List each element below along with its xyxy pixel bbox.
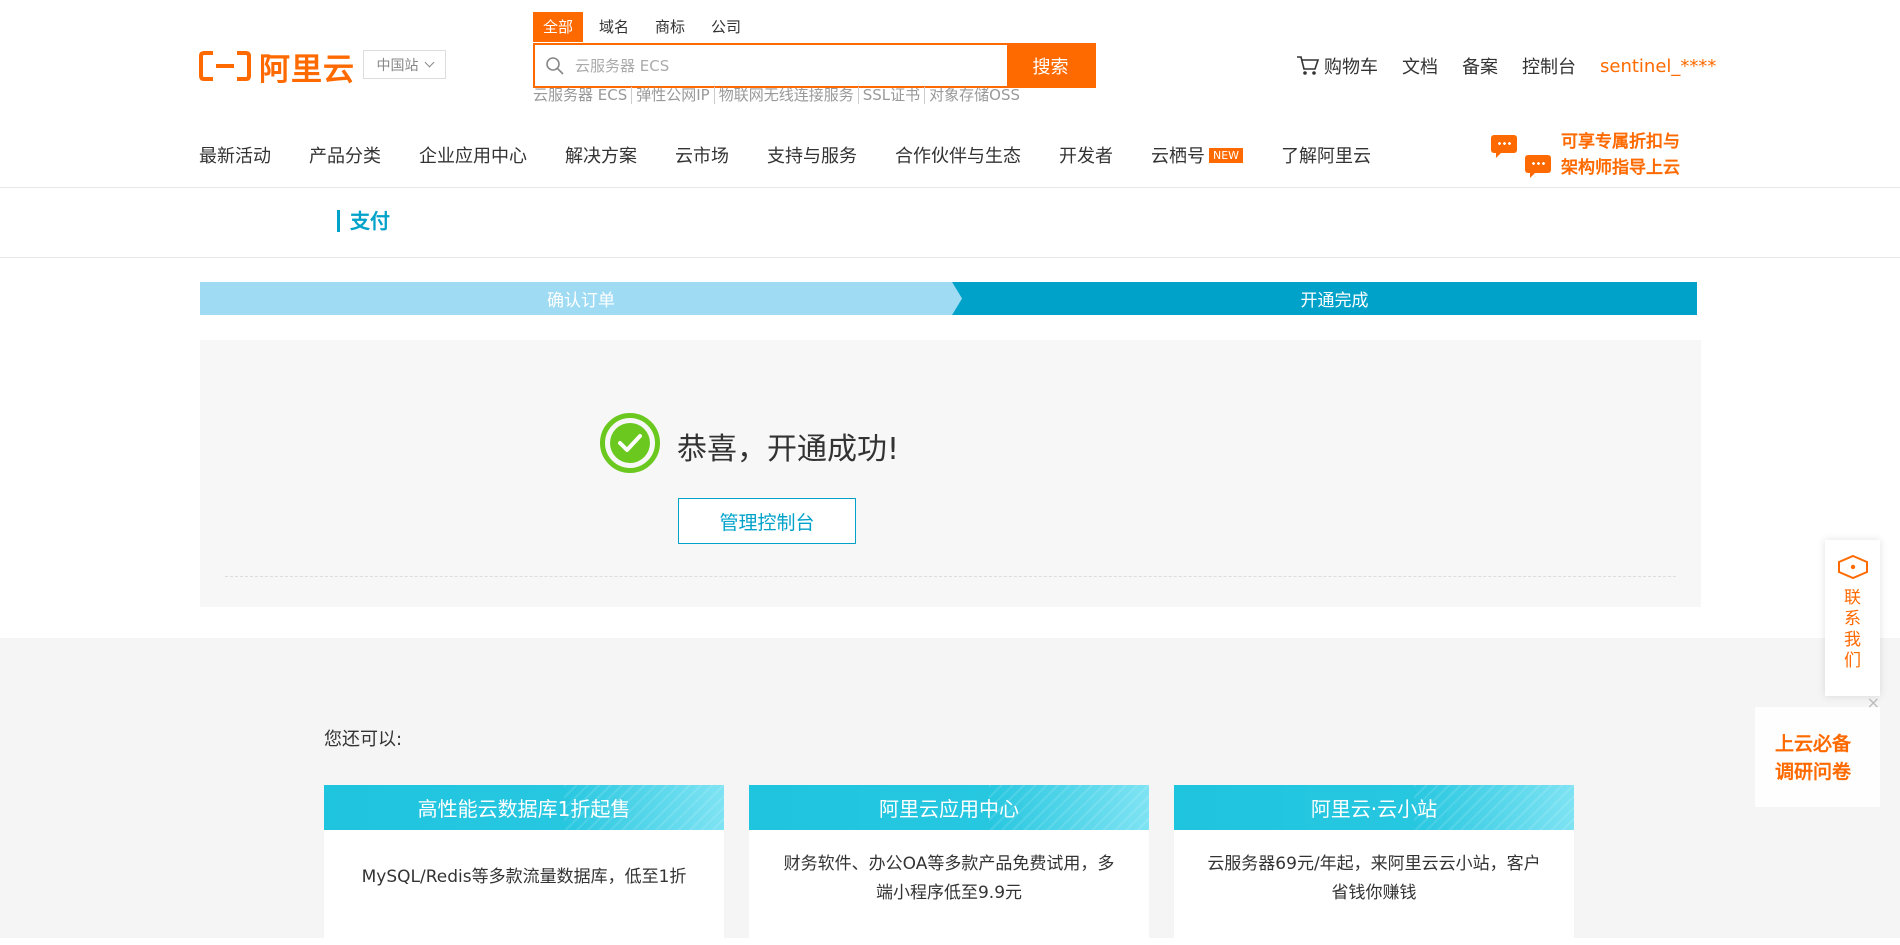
top-links: 购物车 文档 备案 控制台 sentinel_****: [1296, 53, 1716, 79]
contact-us-label: 联系我们: [1844, 588, 1861, 671]
promo-line-2: 架构师指导上云: [1561, 158, 1680, 178]
card-cloud-station[interactable]: 阿里云·云小站 云服务器69元/年起，来阿里云云小站，客户省钱你赚钱: [1174, 785, 1574, 945]
hot-link-oss[interactable]: 对象存储OSS: [925, 87, 1024, 104]
search-box: 搜索: [533, 43, 1096, 88]
more-options-section: 您还可以: 高性能云数据库1折起售 MySQL/Redis等多款流量数据库，低至…: [0, 638, 1900, 945]
nav-item-products[interactable]: 产品分类: [309, 142, 381, 168]
search-tab-domain[interactable]: 域名: [589, 12, 639, 42]
step-confirm-order: 确认订单: [200, 282, 962, 315]
chevron-down-icon: [424, 57, 434, 68]
page-title-band: 支付: [0, 188, 1900, 258]
logo-text: 阿里云: [259, 51, 355, 88]
survey-widget[interactable]: × 上云必备 调研问卷: [1755, 693, 1880, 807]
nav-item-solutions[interactable]: 解决方案: [565, 142, 637, 168]
hot-link-ssl[interactable]: SSL证书: [859, 87, 926, 104]
promo-banner[interactable]: 可享专属折扣与 架构师指导上云: [1488, 129, 1688, 185]
nav-item-about[interactable]: 了解阿里云: [1281, 142, 1371, 168]
survey-text: 上云必备 调研问卷: [1775, 730, 1851, 786]
hot-search-links: 云服务器 ECS 弹性公网IP 物联网无线连接服务 SSL证书 对象存储OSS: [533, 87, 1024, 104]
card-database[interactable]: 高性能云数据库1折起售 MySQL/Redis等多款流量数据库，低至1折: [324, 785, 724, 945]
user-account-link[interactable]: sentinel_****: [1600, 56, 1716, 77]
cart-label: 购物车: [1324, 57, 1378, 78]
success-message: 恭喜，开通成功!: [677, 432, 900, 467]
aliyun-logo[interactable]: 阿里云: [199, 47, 355, 88]
survey-line-2: 调研问卷: [1775, 761, 1852, 783]
nav-item-support[interactable]: 支持与服务: [767, 142, 857, 168]
nav-item-enterprise-apps[interactable]: 企业应用中心: [419, 142, 527, 168]
aliyun-logo-icon: [199, 51, 251, 81]
manage-console-button[interactable]: 管理控制台: [678, 498, 856, 544]
search-tab-all[interactable]: 全部: [533, 12, 584, 42]
survey-line-1: 上云必备: [1775, 733, 1852, 755]
contact-icon: [1837, 554, 1868, 580]
card-title: 阿里云应用中心: [749, 785, 1149, 830]
region-label: 中国站: [376, 57, 419, 74]
promo-text: 可享专属折扣与 架构师指导上云: [1561, 129, 1680, 181]
more-options-label: 您还可以:: [324, 729, 403, 750]
success-panel: 恭喜，开通成功! 管理控制台: [200, 340, 1701, 607]
chat-bubble-icon: [1525, 155, 1551, 178]
card-title: 阿里云·云小站: [1174, 785, 1574, 830]
card-desc: 云服务器69元/年起，来阿里云云小站，客户省钱你赚钱: [1207, 854, 1541, 903]
hot-link-ecs[interactable]: 云服务器 ECS: [533, 87, 633, 104]
region-selector[interactable]: 中国站: [363, 50, 446, 79]
search-icon: [535, 45, 575, 86]
card-title: 高性能云数据库1折起售: [324, 785, 724, 830]
page-title: 支付: [337, 210, 390, 232]
card-app-center[interactable]: 阿里云应用中心 财务软件、办公OA等多款产品免费试用，多端小程序低至9.9元: [749, 785, 1149, 945]
progress-steps: 确认订单 开通完成: [200, 282, 1697, 315]
main-nav: 最新活动 产品分类 企业应用中心 解决方案 云市场 支持与服务 合作伙伴与生态 …: [199, 142, 1409, 168]
divider: [225, 576, 1676, 577]
nav-item-yunqi-label: 云栖号: [1151, 146, 1205, 167]
nav-item-partners[interactable]: 合作伙伴与生态: [895, 142, 1021, 168]
nav-item-latest-activities[interactable]: 最新活动: [199, 142, 271, 168]
site-header: 阿里云 中国站 全部 域名 商标 公司 搜索 云服务器 ECS 弹性公网IP 物…: [0, 0, 1900, 188]
record-link[interactable]: 备案: [1462, 53, 1498, 79]
console-link[interactable]: 控制台: [1522, 53, 1576, 79]
success-check-icon: [600, 413, 660, 473]
cart-link[interactable]: 购物车: [1296, 53, 1378, 79]
chat-bubble-icon: [1491, 135, 1517, 158]
search-tabs: 全部 域名 商标 公司: [533, 12, 757, 42]
card-desc: 财务软件、办公OA等多款产品免费试用，多端小程序低至9.9元: [783, 854, 1115, 903]
search-button[interactable]: 搜索: [1007, 45, 1094, 86]
search-tab-company[interactable]: 公司: [701, 12, 751, 42]
hot-link-iot[interactable]: 物联网无线连接服务: [715, 87, 859, 104]
card-desc: MySQL/Redis等多款流量数据库，低至1折: [361, 867, 687, 887]
search-tab-trademark[interactable]: 商标: [645, 12, 695, 42]
nav-item-yunqi[interactable]: 云栖号 NEW: [1151, 142, 1244, 168]
hot-link-eip[interactable]: 弹性公网IP: [632, 87, 715, 104]
new-badge: NEW: [1209, 147, 1244, 163]
close-icon[interactable]: ×: [1867, 693, 1880, 712]
search-input[interactable]: [575, 45, 1007, 86]
docs-link[interactable]: 文档: [1402, 53, 1438, 79]
nav-item-developers[interactable]: 开发者: [1059, 142, 1113, 168]
promo-line-1: 可享专属折扣与: [1561, 132, 1680, 152]
contact-us-widget[interactable]: 联系我们: [1825, 540, 1880, 696]
nav-item-marketplace[interactable]: 云市场: [675, 142, 729, 168]
cart-icon: [1297, 56, 1320, 75]
step-activation-complete: 开通完成: [952, 282, 1697, 315]
